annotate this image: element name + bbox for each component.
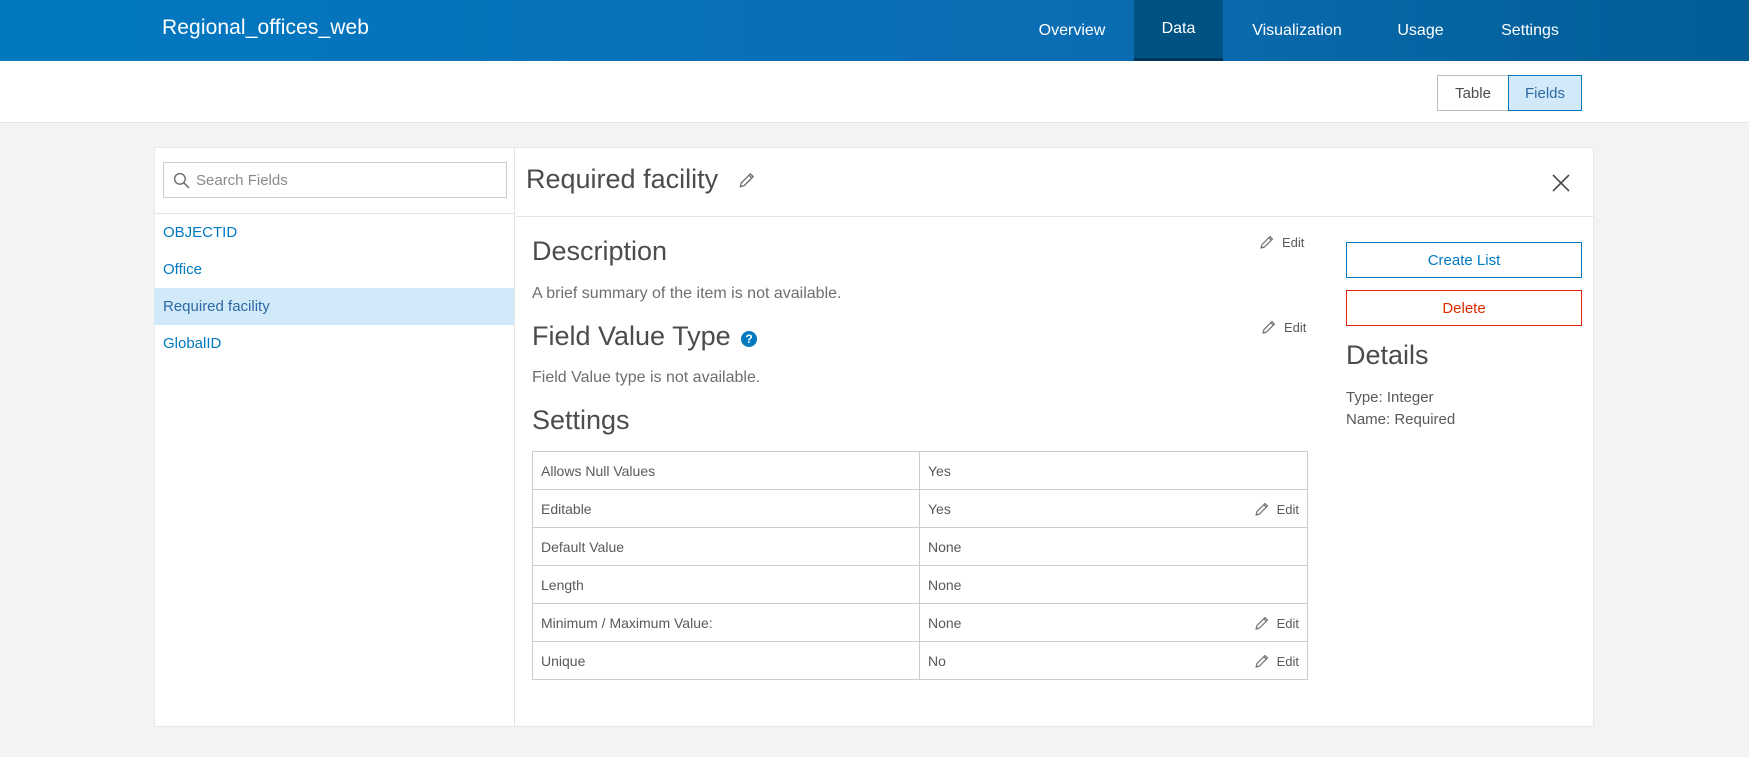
setting-name: Minimum / Maximum Value:: [532, 603, 920, 642]
setting-value-text: None: [928, 576, 962, 593]
edit-label: Edit: [1284, 319, 1307, 335]
view-toolbar: Table Fields: [0, 61, 1749, 123]
setting-value: No Edit: [919, 641, 1308, 680]
fields-view-button[interactable]: Fields: [1508, 75, 1582, 111]
create-list-button[interactable]: Create List: [1346, 242, 1582, 278]
delete-button[interactable]: Delete: [1346, 290, 1582, 326]
field-item-globalid[interactable]: GlobalID: [154, 325, 514, 362]
help-icon[interactable]: ?: [741, 331, 757, 347]
tab-usage[interactable]: Usage: [1373, 0, 1468, 61]
edit-label: Edit: [1282, 234, 1305, 250]
edit-label: Edit: [1276, 501, 1299, 517]
edit-title-pencil-icon[interactable]: [738, 171, 756, 189]
settings-table: Allows Null Values Yes Editable Yes Edit…: [532, 451, 1308, 680]
pencil-icon: [1262, 320, 1276, 334]
setting-value: Yes Edit: [919, 489, 1308, 528]
description-heading: Description: [532, 236, 668, 266]
table-row: Default Value None: [532, 527, 1308, 566]
field-value-type-heading: Field Value Type: [532, 321, 731, 351]
detail-name: Name: Required: [1346, 411, 1456, 428]
setting-value: Yes: [919, 451, 1308, 490]
table-row: Minimum / Maximum Value: None Edit: [532, 603, 1308, 642]
field-title: Required facility: [526, 164, 719, 194]
description-text: A brief summary of the item is not avail…: [532, 285, 842, 302]
min-max-edit-link[interactable]: Edit: [1254, 615, 1299, 631]
pencil-icon: [1254, 616, 1268, 630]
pencil-icon: [1260, 235, 1274, 249]
details-heading: Details: [1346, 340, 1429, 370]
detail-divider: [516, 216, 1594, 217]
setting-name: Unique: [532, 641, 920, 680]
table-row: Unique No Edit: [532, 641, 1308, 680]
edit-label: Edit: [1276, 653, 1299, 669]
field-value-type-text: Field Value type is not available.: [532, 369, 761, 386]
setting-value-text: None: [928, 538, 962, 555]
tab-settings[interactable]: Settings: [1482, 0, 1578, 61]
pencil-icon: [1254, 654, 1268, 668]
setting-value-text: No: [928, 652, 946, 669]
tab-overview[interactable]: Overview: [1012, 0, 1132, 61]
setting-value-text: Yes: [928, 462, 951, 479]
app-title: Regional_offices_web: [162, 16, 370, 39]
search-icon: [173, 172, 190, 189]
pencil-icon: [1254, 502, 1268, 516]
top-bar: Regional_offices_web Overview Data Visua…: [0, 0, 1749, 61]
close-icon[interactable]: [1550, 172, 1572, 194]
table-row: Allows Null Values Yes: [532, 451, 1308, 490]
unique-edit-link[interactable]: Edit: [1254, 653, 1299, 669]
search-placeholder: Search Fields: [196, 172, 288, 189]
field-item-office[interactable]: Office: [154, 251, 514, 288]
edit-label: Edit: [1276, 615, 1299, 631]
setting-name: Allows Null Values: [532, 451, 920, 490]
setting-value: None: [919, 565, 1308, 604]
setting-value-text: Yes: [928, 500, 951, 517]
field-item-required-facility[interactable]: Required facility: [154, 288, 514, 325]
setting-name: Length: [532, 565, 920, 604]
setting-value: None Edit: [919, 603, 1308, 642]
setting-value: None: [919, 527, 1308, 566]
tab-data[interactable]: Data: [1134, 0, 1223, 61]
field-item-objectid[interactable]: OBJECTID: [154, 214, 514, 251]
setting-value-text: None: [928, 614, 962, 631]
detail-type: Type: Integer: [1346, 389, 1434, 406]
table-view-button[interactable]: Table: [1437, 75, 1509, 111]
description-edit-link[interactable]: Edit: [1259, 234, 1304, 250]
search-fields-input[interactable]: Search Fields: [163, 162, 507, 198]
editable-edit-link[interactable]: Edit: [1254, 501, 1299, 517]
table-row: Editable Yes Edit: [532, 489, 1308, 528]
field-value-type-edit-link[interactable]: Edit: [1261, 319, 1306, 335]
tab-visualization[interactable]: Visualization: [1237, 0, 1357, 61]
settings-heading: Settings: [532, 405, 630, 435]
setting-name: Default Value: [532, 527, 920, 566]
table-row: Length None: [532, 565, 1308, 604]
setting-name: Editable: [532, 489, 920, 528]
